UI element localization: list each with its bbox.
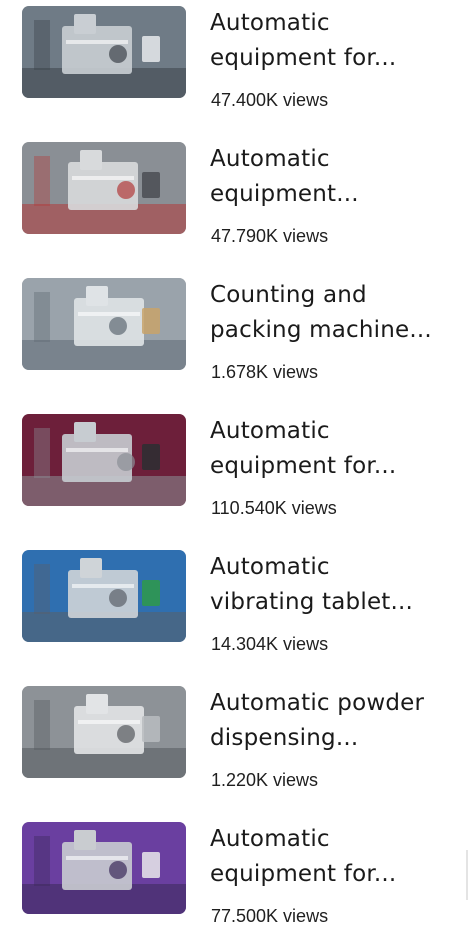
- video-thumbnail[interactable]: [22, 278, 186, 370]
- coating-pan-machine-image: [22, 414, 186, 506]
- video-title-line: equipment for...: [210, 861, 397, 887]
- video-item[interactable]: Automatic equipment... 47.790K views: [0, 136, 468, 256]
- video-title-line: vibrating tablet...: [210, 589, 414, 615]
- video-thumbnail[interactable]: [22, 686, 186, 778]
- video-title[interactable]: Automatic vibrating tablet...: [210, 550, 455, 620]
- video-title-line: Automatic: [210, 418, 330, 444]
- video-title[interactable]: Automatic equipment for...: [210, 414, 455, 484]
- video-thumbnail[interactable]: [22, 6, 186, 98]
- video-thumbnail[interactable]: [22, 822, 186, 914]
- blister-packing-machine-closeup-image: [22, 142, 186, 234]
- video-thumbnail[interactable]: [22, 142, 186, 234]
- video-item[interactable]: Automatic equipment for... 47.400K views: [0, 0, 468, 120]
- view-count: 1.220K views: [211, 770, 319, 790]
- video-item[interactable]: Automatic equipment for... 110.540K view…: [0, 408, 468, 528]
- video-title-line: Automatic: [210, 146, 330, 172]
- video-title-line: dispensing...: [210, 725, 359, 751]
- video-item[interactable]: Automatic vibrating tablet... 14.304K vi…: [0, 544, 468, 664]
- video-title[interactable]: Automatic equipment for...: [210, 6, 455, 76]
- counting-packing-machine-exhibition-image: [22, 278, 186, 370]
- view-count: 47.790K views: [211, 226, 329, 246]
- video-list: Automatic equipment for... 47.400K views…: [0, 0, 468, 927]
- tablet-press-on-purple-floor-image: [22, 822, 186, 914]
- video-title[interactable]: Automatic equipment for...: [210, 822, 455, 892]
- video-title-line: equipment for...: [210, 45, 397, 71]
- video-title[interactable]: Counting and packing machine...: [210, 278, 455, 348]
- powder-sachet-packing-machine-image: [22, 686, 186, 778]
- video-title-line: Automatic: [210, 826, 330, 852]
- view-count: 1.678K views: [211, 362, 319, 382]
- vibrating-tablet-sorter-image: [22, 550, 186, 642]
- video-thumbnail[interactable]: [22, 414, 186, 506]
- video-item[interactable]: Counting and packing machine... 1.678K v…: [0, 272, 468, 392]
- video-title[interactable]: Automatic powder dispensing...: [210, 686, 455, 756]
- video-item[interactable]: Automatic powder dispensing... 1.220K vi…: [0, 680, 468, 800]
- video-title[interactable]: Automatic equipment...: [210, 142, 455, 212]
- video-title-line: Automatic: [210, 554, 330, 580]
- view-count: 110.540K views: [211, 498, 337, 518]
- video-title-line: packing machine...: [210, 317, 432, 343]
- video-thumbnail[interactable]: [22, 550, 186, 642]
- video-title-line: equipment for...: [210, 453, 397, 479]
- rotary-capsule-filling-machine-image: [22, 6, 186, 98]
- video-title-line: Counting and: [210, 282, 367, 308]
- view-count: 14.304K views: [211, 634, 329, 654]
- video-item[interactable]: Automatic equipment for... 77.500K views: [0, 816, 468, 936]
- view-count: 77.500K views: [211, 906, 329, 926]
- video-title-line: Automatic: [210, 10, 330, 36]
- view-count: 47.400K views: [211, 90, 329, 110]
- video-title-line: Automatic powder: [210, 690, 425, 716]
- video-title-line: equipment...: [210, 181, 359, 207]
